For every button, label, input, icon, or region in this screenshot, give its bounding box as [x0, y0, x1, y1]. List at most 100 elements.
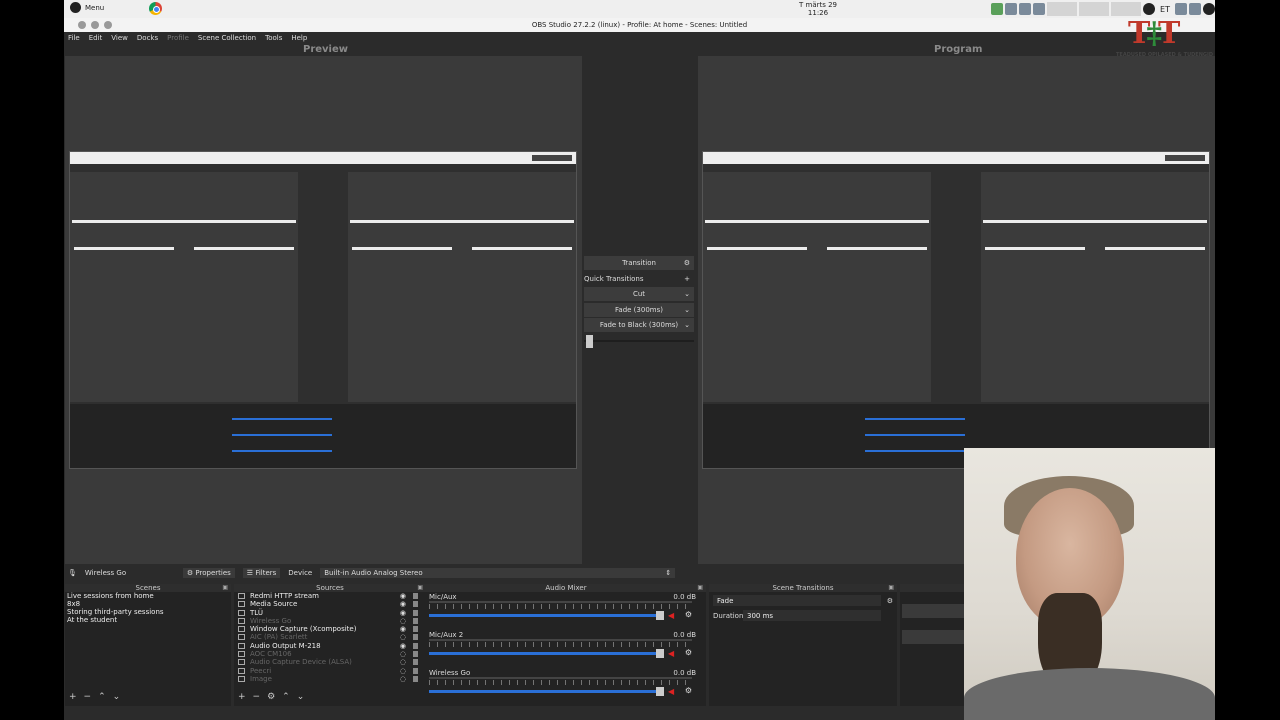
visibility-eye-icon[interactable]: ◉ — [400, 625, 406, 633]
menu-tools[interactable]: Tools — [265, 32, 282, 44]
minimize-window-icon[interactable] — [91, 21, 99, 29]
undock-icon[interactable]: ▣ — [888, 584, 894, 592]
undock-icon[interactable]: ▣ — [697, 584, 703, 592]
source-item[interactable]: Audio Capture Device (ALSA) ◌ — [234, 658, 426, 666]
lock-icon[interactable] — [413, 626, 418, 633]
source-item[interactable]: Redmi HTTP stream ◉ — [234, 592, 426, 600]
menu-docks[interactable]: Docks — [137, 32, 158, 44]
close-window-icon[interactable] — [78, 21, 86, 29]
t-bar-handle[interactable] — [586, 334, 593, 348]
filters-button[interactable]: ☰ Filters — [242, 568, 281, 578]
mute-speaker-icon[interactable]: ◀ — [668, 649, 678, 658]
volume-fader[interactable] — [429, 652, 658, 655]
move-down-icon[interactable]: ⌄ — [297, 692, 305, 702]
tray-app-icon[interactable] — [1019, 3, 1032, 15]
properties-button[interactable]: ⚙ Properties — [182, 568, 235, 578]
gear-icon[interactable]: ⚙ — [685, 648, 692, 657]
chevron-down-icon[interactable]: ⌄ — [684, 318, 690, 332]
move-up-icon[interactable]: ⌃ — [98, 692, 106, 702]
t-bar-slider[interactable] — [584, 334, 694, 348]
gear-icon[interactable]: ⚙ — [684, 256, 690, 270]
remove-scene-icon[interactable]: − — [84, 692, 92, 702]
menu-scene-collection[interactable]: Scene Collection — [198, 32, 256, 44]
scene-item[interactable]: Storing third-party sessions — [65, 608, 231, 616]
gear-icon[interactable]: ⚙ — [685, 686, 692, 695]
tray-app-icon[interactable] — [1033, 3, 1046, 15]
lock-icon[interactable] — [413, 659, 418, 666]
lock-icon[interactable] — [413, 667, 418, 674]
source-item[interactable]: Audio Output M-218 ◉ — [234, 642, 426, 650]
volume-fader-handle[interactable] — [656, 649, 664, 658]
gear-icon[interactable]: ⚙ — [685, 610, 692, 619]
source-item[interactable]: AIC (PA) Scarlett ◌ — [234, 633, 426, 641]
visibility-eye-icon[interactable]: ◌ — [400, 617, 406, 625]
menu-edit[interactable]: Edit — [89, 32, 103, 44]
volume-fader[interactable] — [429, 690, 658, 693]
source-item[interactable]: Wireless Go ◌ — [234, 617, 426, 625]
source-item[interactable]: Image ◌ — [234, 675, 426, 683]
move-up-icon[interactable]: ⌃ — [282, 692, 290, 702]
source-item[interactable]: Window Capture (Xcomposite) ◉ — [234, 625, 426, 633]
gear-icon[interactable]: ⚙ — [887, 595, 893, 607]
menu-profile[interactable]: Profile — [167, 32, 189, 44]
remove-source-icon[interactable]: − — [253, 692, 261, 702]
menu-help[interactable]: Help — [291, 32, 307, 44]
source-properties-gear-icon[interactable]: ⚙ — [267, 692, 275, 702]
lock-icon[interactable] — [413, 617, 418, 624]
volume-fader[interactable] — [429, 614, 658, 617]
visibility-eye-icon[interactable]: ◉ — [400, 592, 406, 600]
source-item[interactable]: AOC CM106 ◌ — [234, 650, 426, 658]
source-item[interactable]: Media Source ◉ — [234, 600, 426, 608]
controls-button[interactable] — [902, 630, 968, 644]
lock-icon[interactable] — [413, 601, 418, 608]
undock-icon[interactable]: ▣ — [417, 584, 423, 592]
visibility-eye-icon[interactable]: ◉ — [400, 600, 406, 608]
visibility-eye-icon[interactable]: ◌ — [400, 658, 406, 666]
add-source-icon[interactable]: + — [238, 692, 246, 702]
visibility-eye-icon[interactable]: ◌ — [400, 675, 406, 683]
menu-view[interactable]: View — [111, 32, 128, 44]
duration-spinbox[interactable]: 300 ms — [743, 610, 881, 621]
chrome-icon[interactable] — [149, 2, 162, 15]
preview-canvas[interactable] — [65, 56, 582, 564]
source-item[interactable]: Peecri ◌ — [234, 667, 426, 675]
tray-app-icon[interactable] — [1005, 3, 1018, 15]
transition-button[interactable]: Transition ⚙ — [584, 256, 694, 270]
quick-transition-fade[interactable]: Fade (300ms) ⌄ — [584, 302, 694, 317]
lock-icon[interactable] — [413, 675, 418, 682]
scene-item[interactable]: 8x8 — [65, 600, 231, 608]
quick-transition-cut[interactable]: Cut ⌄ — [584, 287, 694, 301]
chevron-down-icon[interactable]: ⌄ — [684, 303, 690, 317]
transition-type-select[interactable]: Fade — [713, 595, 881, 606]
quick-transition-fade-black[interactable]: Fade to Black (300ms) ⌄ — [584, 318, 694, 332]
menu-file[interactable]: File — [68, 32, 80, 44]
device-select[interactable]: Built-in Audio Analog Stereo ⇕ — [320, 568, 676, 578]
clock[interactable]: T märts 29 11:26 — [799, 1, 837, 17]
lock-icon[interactable] — [413, 651, 418, 658]
tray-app-icon[interactable] — [991, 3, 1004, 15]
desktop-menu-button[interactable]: Menu — [70, 2, 104, 13]
lock-icon[interactable] — [413, 609, 418, 616]
visibility-eye-icon[interactable]: ◌ — [400, 650, 406, 658]
source-item[interactable]: TLÜ ◉ — [234, 609, 426, 617]
maximize-window-icon[interactable] — [104, 21, 112, 29]
mute-speaker-icon[interactable]: ◀ — [668, 611, 678, 620]
visibility-eye-icon[interactable]: ◌ — [400, 667, 406, 675]
plus-icon[interactable]: + — [684, 272, 690, 286]
volume-fader-handle[interactable] — [656, 611, 664, 620]
volume-fader-handle[interactable] — [656, 687, 664, 696]
controls-button[interactable] — [902, 604, 968, 618]
lock-icon[interactable] — [413, 642, 418, 649]
visibility-eye-icon[interactable]: ◉ — [400, 609, 406, 617]
keyboard-layout[interactable]: ET — [1157, 5, 1173, 14]
move-down-icon[interactable]: ⌄ — [113, 692, 121, 702]
chevron-down-icon[interactable]: ⌄ — [684, 287, 690, 301]
add-scene-icon[interactable]: + — [69, 692, 77, 702]
lock-icon[interactable] — [413, 593, 418, 599]
undock-icon[interactable]: ▣ — [222, 584, 228, 592]
scene-item[interactable]: Live sessions from home — [65, 592, 231, 600]
scene-item[interactable]: At the student — [65, 616, 231, 624]
mute-speaker-icon[interactable]: ◀ — [668, 687, 678, 696]
visibility-eye-icon[interactable]: ◌ — [400, 633, 406, 641]
visibility-eye-icon[interactable]: ◉ — [400, 642, 406, 650]
